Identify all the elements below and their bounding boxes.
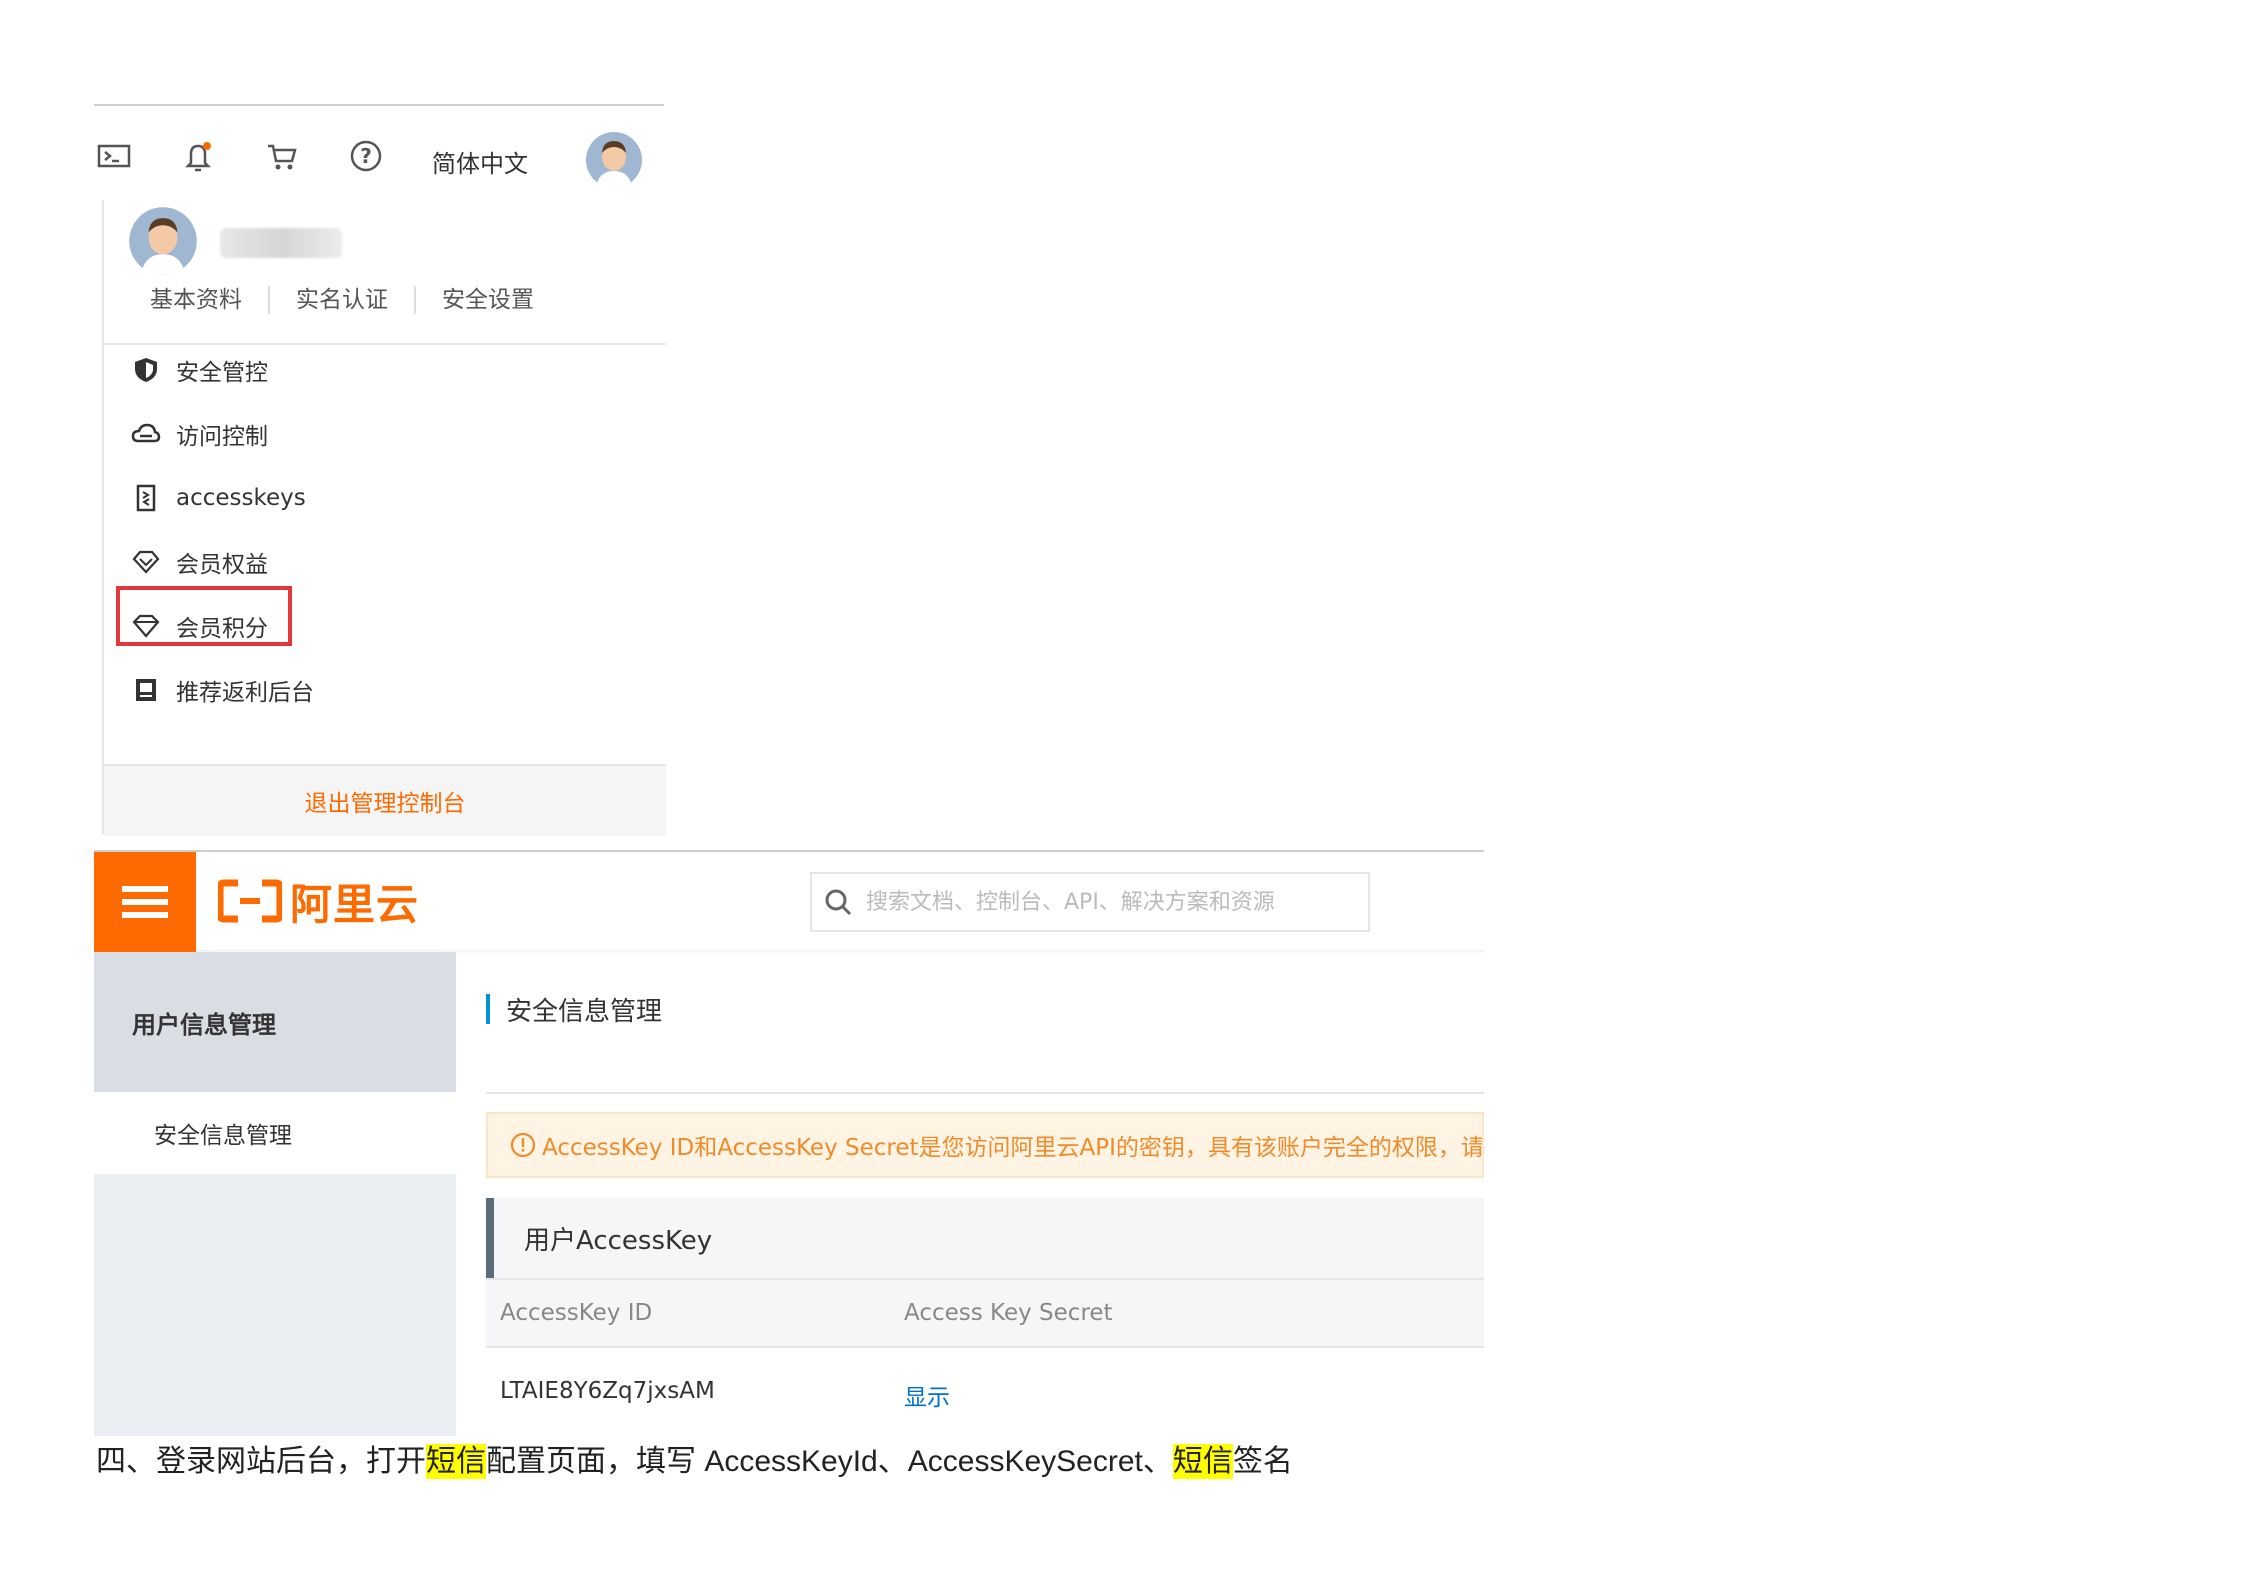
sidebar-header-label: 用户信息管理 — [132, 1010, 276, 1039]
menu-item-label: 会员积分 — [176, 616, 268, 642]
main-content: 安全信息管理 AccessKey ID和AccessKey Secret是您访问… — [486, 952, 1484, 1436]
warning-icon — [510, 1132, 536, 1158]
accesskey-id-value: LTAIE8Y6Zq7jxsAM — [500, 1378, 715, 1404]
cloud-icon — [130, 418, 162, 450]
avatar — [128, 206, 198, 280]
menu-item-label: 访问控制 — [176, 424, 268, 450]
link-basic-profile[interactable]: 基本资料 — [136, 286, 268, 314]
title-accent-bar — [486, 994, 490, 1024]
key-icon — [130, 482, 162, 514]
console-screenshot: 阿里云 用户信息管理 安全信息管理 安全信息管理 AccessKey ID和Ac… — [94, 850, 1484, 1436]
diamond-icon — [130, 546, 162, 578]
aliyun-logo[interactable]: 阿里云 — [218, 872, 419, 930]
terminal-icon[interactable] — [94, 136, 134, 176]
cart-icon[interactable] — [262, 136, 302, 176]
table-header: AccessKey ID Access Key Secret — [486, 1278, 1484, 1348]
menu-item-label: 会员权益 — [176, 552, 268, 578]
help-icon[interactable]: ? — [346, 136, 386, 176]
sidebar: 用户信息管理 安全信息管理 — [94, 952, 456, 1436]
page-title: 安全信息管理 — [486, 992, 663, 1027]
search-input[interactable] — [864, 888, 1348, 916]
shield-icon — [130, 354, 162, 386]
account-menu: 基本资料 实名认证 安全设置 安全管控 访问控制 accesskeys 会员权益… — [102, 200, 666, 836]
caption-part: 、 — [1142, 1444, 1173, 1479]
menu-item-security-control[interactable]: 安全管控 — [130, 348, 268, 392]
blurred-username — [220, 228, 342, 258]
top-divider — [94, 850, 1484, 852]
panel-header: 用户AccessKey — [486, 1198, 1484, 1278]
menu-item-label: 安全管控 — [176, 360, 268, 386]
caption-part: 四、登录网站后台，打开 — [96, 1444, 426, 1479]
sidebar-item-security-info[interactable]: 安全信息管理 — [94, 1092, 456, 1174]
link-security-settings[interactable]: 安全设置 — [414, 286, 560, 314]
panel-title: 用户AccessKey — [524, 1225, 713, 1256]
menu-item-accesskeys[interactable]: accesskeys — [130, 476, 306, 520]
link-real-name-auth[interactable]: 实名认证 — [268, 286, 414, 314]
profile-header: 基本资料 实名认证 安全设置 — [104, 200, 666, 345]
aliyun-logo-icon — [218, 879, 282, 923]
caption-part: 配置页面，填写 — [486, 1444, 696, 1479]
menu-item-access-control[interactable]: 访问控制 — [130, 412, 268, 456]
menu-item-label: accesskeys — [176, 485, 306, 511]
top-divider — [94, 104, 664, 106]
hamburger-icon — [122, 886, 168, 918]
page-title-text: 安全信息管理 — [506, 996, 663, 1027]
search-icon — [812, 888, 864, 916]
caption-part: 签名 — [1232, 1444, 1293, 1479]
bell-icon[interactable] — [178, 136, 218, 176]
profile-links: 基本资料 实名认证 安全设置 — [136, 286, 560, 314]
logo-text: 阿里云 — [290, 879, 420, 929]
caption-highlight-sms: 短信 — [1172, 1444, 1233, 1479]
svg-text:?: ? — [360, 144, 372, 168]
instruction-caption: 四、登录网站后台，打开短信配置页面，填写 AccessKeyId、AccessK… — [96, 1436, 1293, 1480]
menu-item-referral-backend[interactable]: 推荐返利后台 — [130, 668, 314, 712]
warning-notice: AccessKey ID和AccessKey Secret是您访问阿里云API的… — [486, 1112, 1484, 1178]
user-avatar[interactable] — [584, 130, 644, 190]
menu-item-member-benefits[interactable]: 会员权益 — [130, 540, 268, 584]
sidebar-header: 用户信息管理 — [94, 952, 456, 1092]
menu-item-label: 推荐返利后台 — [176, 680, 314, 706]
sidebar-item-label: 安全信息管理 — [154, 1123, 292, 1149]
column-accesskey-id: AccessKey ID — [500, 1300, 653, 1326]
title-divider — [486, 1092, 1484, 1094]
account-dropdown-screenshot: ? 简体中文 基本资料 实名认证 安全设置 安全管控 访问控制 accesske… — [94, 104, 666, 836]
book-icon — [130, 674, 162, 706]
column-access-key-secret: Access Key Secret — [904, 1300, 1113, 1326]
search-box[interactable] — [810, 872, 1370, 932]
menu-toggle-button[interactable] — [94, 852, 196, 952]
caption-part: 、 — [877, 1444, 908, 1479]
table-row: LTAIE8Y6Zq7jxsAM 显示 — [486, 1348, 1484, 1436]
menu-item-member-points[interactable]: 会员积分 — [130, 604, 268, 648]
notice-text: AccessKey ID和AccessKey Secret是您访问阿里云API的… — [542, 1135, 1484, 1161]
show-secret-link[interactable]: 显示 — [904, 1378, 950, 1412]
caption-accesskeyid: AccessKeyId — [696, 1445, 878, 1478]
caption-highlight-sms: 短信 — [426, 1444, 486, 1479]
logout-button[interactable]: 退出管理控制台 — [104, 764, 666, 836]
language-switch[interactable]: 简体中文 — [432, 144, 528, 179]
caption-accesskeysecret: AccessKeySecret — [907, 1445, 1143, 1478]
gem-icon — [130, 610, 162, 642]
top-toolbar: ? 简体中文 — [94, 130, 664, 188]
